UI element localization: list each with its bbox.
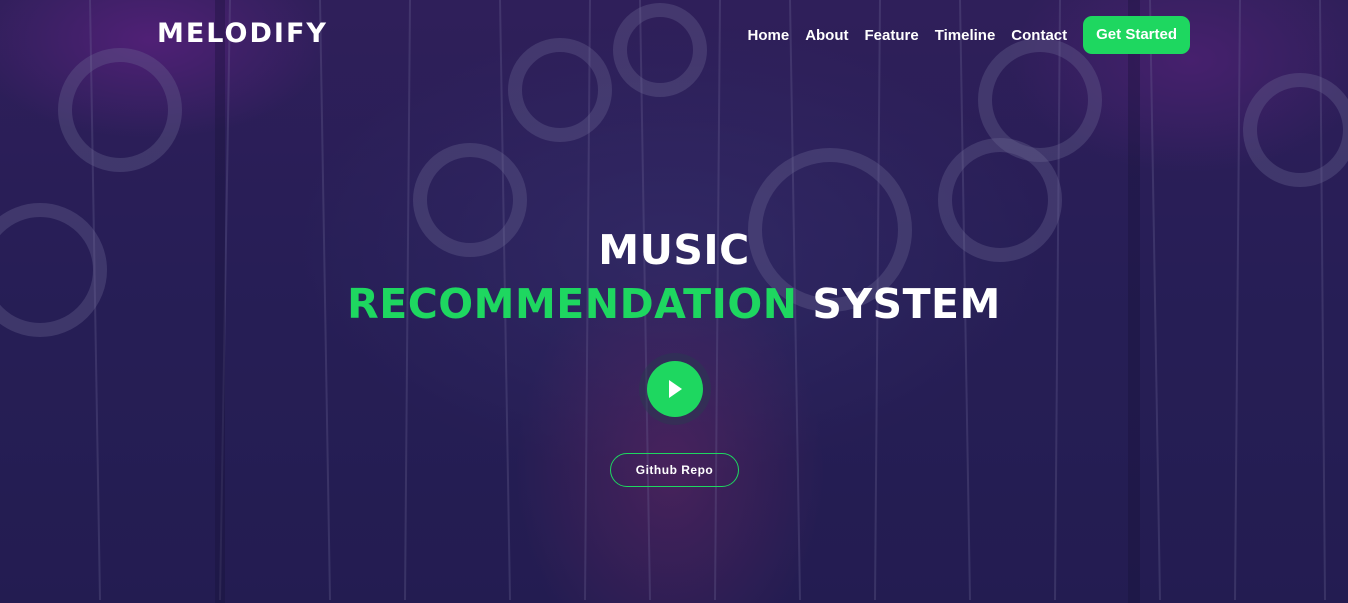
play-button[interactable] [647, 361, 703, 417]
hero-title-line1: MUSIC [598, 226, 750, 274]
hero-title-accent: RECOMMENDATION [347, 280, 798, 328]
play-button-ring [639, 353, 711, 425]
hero-title-line2: RECOMMENDATION SYSTEM [0, 280, 1348, 328]
nav-item-timeline[interactable]: Timeline [935, 27, 996, 44]
nav-item-about[interactable]: About [805, 27, 848, 44]
site-logo[interactable]: MELODIFY [157, 18, 328, 49]
hero-section: MELODIFY Home About Feature Timeline Con… [0, 0, 1348, 603]
nav-item-home[interactable]: Home [748, 27, 790, 44]
nav-item-contact[interactable]: Contact [1011, 27, 1067, 44]
nav-links: Home About Feature Timeline Contact Get … [748, 16, 1190, 54]
github-repo-button[interactable]: Github Repo [610, 453, 739, 487]
nav-item-feature[interactable]: Feature [865, 27, 919, 44]
get-started-button[interactable]: Get Started [1083, 16, 1190, 54]
hero-title-rest: SYSTEM [812, 280, 1001, 328]
navbar: MELODIFY Home About Feature Timeline Con… [0, 0, 1348, 70]
play-icon [669, 380, 682, 398]
